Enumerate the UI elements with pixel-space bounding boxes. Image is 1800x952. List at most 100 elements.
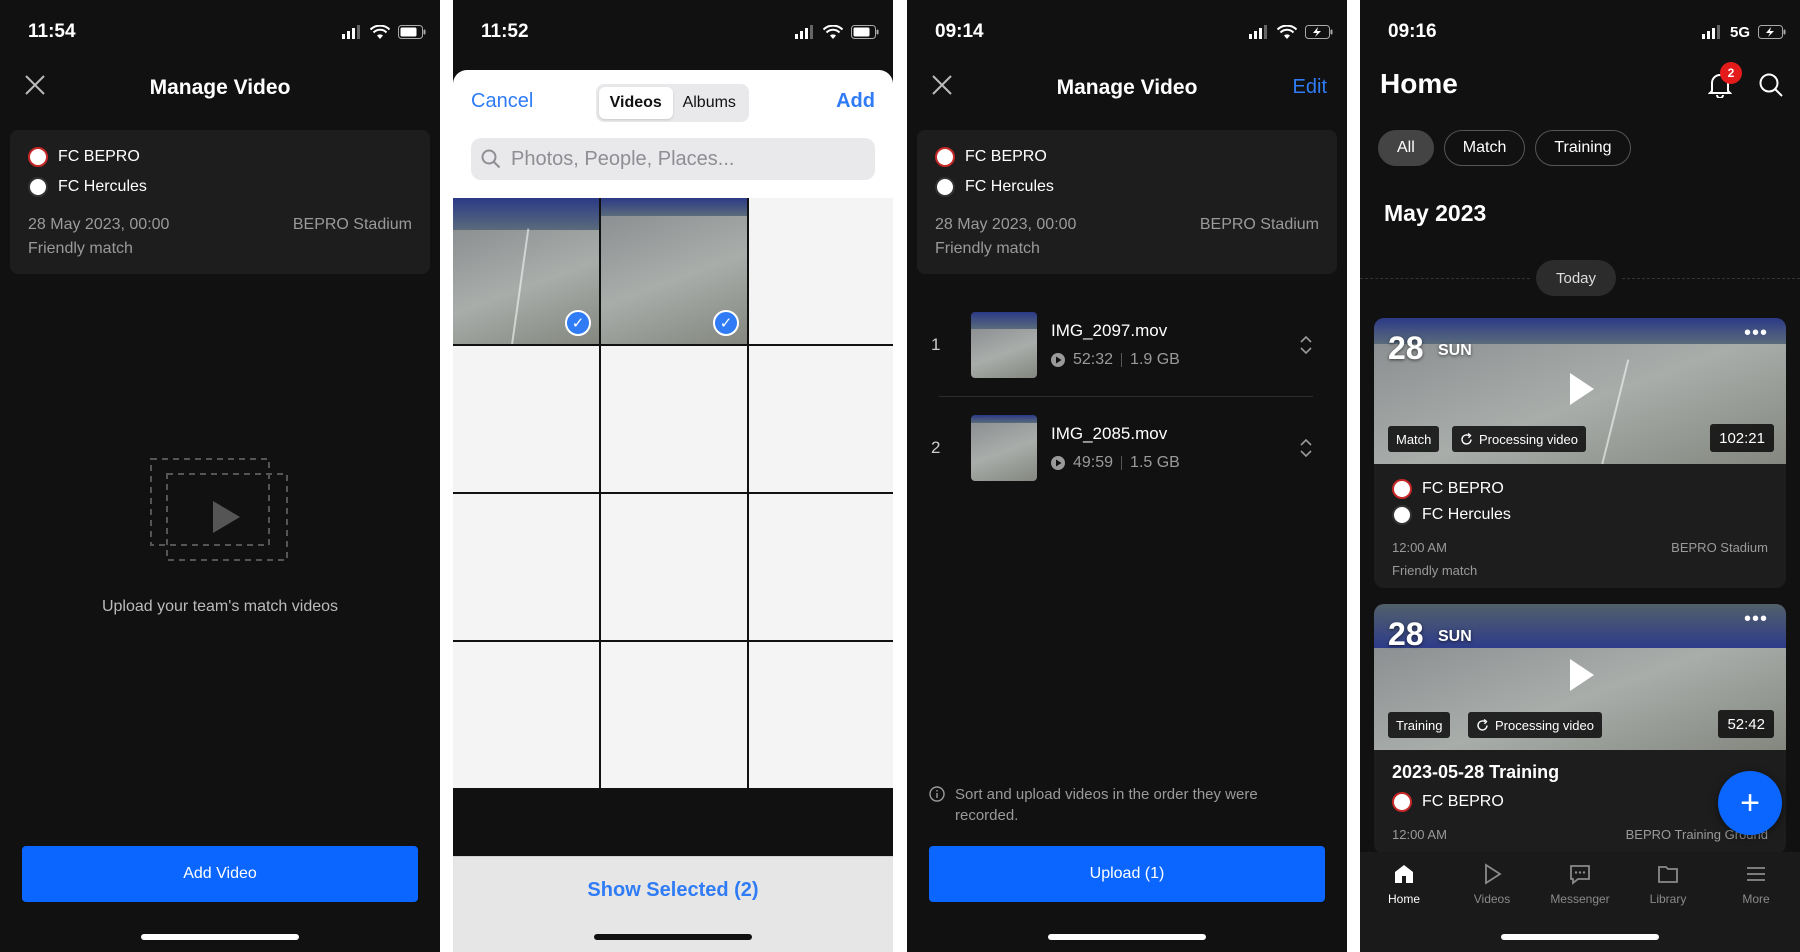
video-filename: IMG_2085.mov [1051,424,1168,443]
play-icon[interactable] [1570,373,1594,405]
home-indicator [141,934,299,940]
segmented-control: Videos Albums [596,84,749,122]
battery-icon [398,25,426,39]
filter-match[interactable]: Match [1443,130,1526,166]
add-video-button[interactable]: Add Video [22,846,418,902]
search-input[interactable]: Photos, People, Places... [471,138,875,180]
grid-cell [749,642,893,788]
status-time: 11:52 [481,21,529,42]
team-row: FC Hercules [935,172,1319,202]
tab-more[interactable]: More [1712,862,1800,952]
upload-button[interactable]: Upload (1) [929,846,1325,902]
match-datetime: 28 May 2023, 00:00 [935,216,1077,233]
grid-cell [601,642,747,788]
team-badge-icon [1392,505,1412,525]
notification-count-badge: 2 [1720,62,1742,84]
video-duration: 52:32 [1073,351,1114,368]
more-options-icon[interactable]: ••• [1744,322,1768,345]
grid-cell [749,346,893,492]
video-list-item[interactable]: 1 IMG_2097.mov 52:32 1.9 GB [931,293,1313,397]
tab-videos[interactable]: Videos [599,87,673,119]
folder-icon [1658,866,1678,883]
edit-button[interactable]: Edit [1293,76,1327,99]
signal-icon [1249,25,1267,39]
processing-status: Processing video [1452,426,1586,452]
screen-home: 09:16 5G Home 2 All Match Training May 2… [1360,0,1800,952]
close-icon[interactable] [931,74,953,96]
video-placeholder-icon [150,458,288,561]
video-index: 2 [931,438,941,457]
status-time: 11:54 [28,21,76,42]
match-info-card: FC BEPRO FC Hercules 28 May 2023, 00:00 B… [917,130,1337,274]
play-circle-icon [1051,353,1065,367]
team-row: FC Hercules [28,172,412,202]
processing-status: Processing video [1468,712,1602,738]
tab-label: Library [1649,892,1687,906]
checkmark-icon: ✓ [713,310,739,336]
grid-cell [453,642,599,788]
card-day: 28 [1388,616,1424,652]
team-name: FC Hercules [58,178,147,195]
add-button[interactable]: Add [836,90,875,113]
team-name: FC BEPRO [965,148,1047,165]
signal-icon [342,25,360,39]
cancel-button[interactable]: Cancel [471,90,533,113]
menu-icon [1747,867,1765,881]
video-thumbnail[interactable]: 28 SUN ••• Training Processing video 52:… [1374,604,1786,750]
add-fab-button[interactable]: + [1718,771,1782,835]
video-duration: 52:42 [1718,710,1774,738]
tab-label: Videos [1473,892,1511,906]
filter-all[interactable]: All [1378,130,1434,166]
video-thumbnail[interactable]: 28 SUN ••• Match Processing video 102:21 [1374,318,1786,464]
team-name: FC Hercules [1422,506,1511,523]
match-info-card: FC BEPRO FC Hercules 28 May 2023, 00:00 B… [10,130,430,274]
team-badge-icon [28,177,48,197]
divider [1622,278,1800,279]
play-icon [1485,863,1502,885]
refresh-icon [1461,432,1472,445]
home-icon [1395,865,1413,883]
search-icon[interactable] [1758,72,1784,98]
checkmark-icon: ✓ [565,310,591,336]
status-bar: 11:52 [453,0,893,64]
filter-chips: All Match Training [1378,130,1631,166]
video-thumbnail [971,312,1037,378]
page-title: Home [1380,68,1458,99]
tab-albums[interactable]: Albums [673,87,747,119]
more-options-icon[interactable]: ••• [1744,608,1768,631]
team-name: FC BEPRO [58,148,140,165]
video-thumbnail[interactable]: ✓ [453,198,599,344]
category-tag: Training [1388,712,1451,738]
signal-icon [1701,25,1720,39]
battery-charging-icon [1758,25,1786,39]
info-icon [929,786,945,802]
tab-home[interactable]: Home [1360,862,1448,952]
team-badge-icon [1392,479,1412,499]
wifi-icon [823,24,843,39]
page-title: Manage Video [149,76,291,99]
reorder-handle-icon[interactable] [1299,334,1313,356]
reorder-handle-icon[interactable] [1299,437,1313,459]
category-tag: Match [1388,426,1440,452]
match-type: Friendly match [935,240,1040,257]
team-badge-icon [28,147,48,167]
match-time: 12:00 AM [1392,540,1447,555]
video-list-item[interactable]: 2 IMG_2085.mov 49:59 1.5 GB [931,396,1313,500]
status-time: 09:14 [935,21,984,42]
search-icon [481,149,501,169]
nav-bar: Manage Video [0,64,440,112]
processing-status-text: Processing video [1479,431,1578,447]
wifi-icon [1277,24,1297,39]
battery-charging-icon [1305,25,1333,39]
close-icon[interactable] [24,74,46,96]
play-icon[interactable] [1570,659,1594,691]
home-indicator [594,934,752,940]
plus-icon: + [1740,783,1760,822]
match-video-card[interactable]: 28 SUN ••• Match Processing video 102:21… [1374,318,1786,588]
notifications-button[interactable]: 2 [1707,62,1742,103]
screen-manage-video-empty: 11:54 Manage Video FC BEPRO FC Hercules … [0,0,440,952]
video-thumbnail[interactable]: ✓ [601,198,747,344]
match-time: 12:00 AM [1392,827,1447,842]
show-selected-button[interactable]: Show Selected (2) [587,879,758,952]
filter-training[interactable]: Training [1535,130,1631,166]
